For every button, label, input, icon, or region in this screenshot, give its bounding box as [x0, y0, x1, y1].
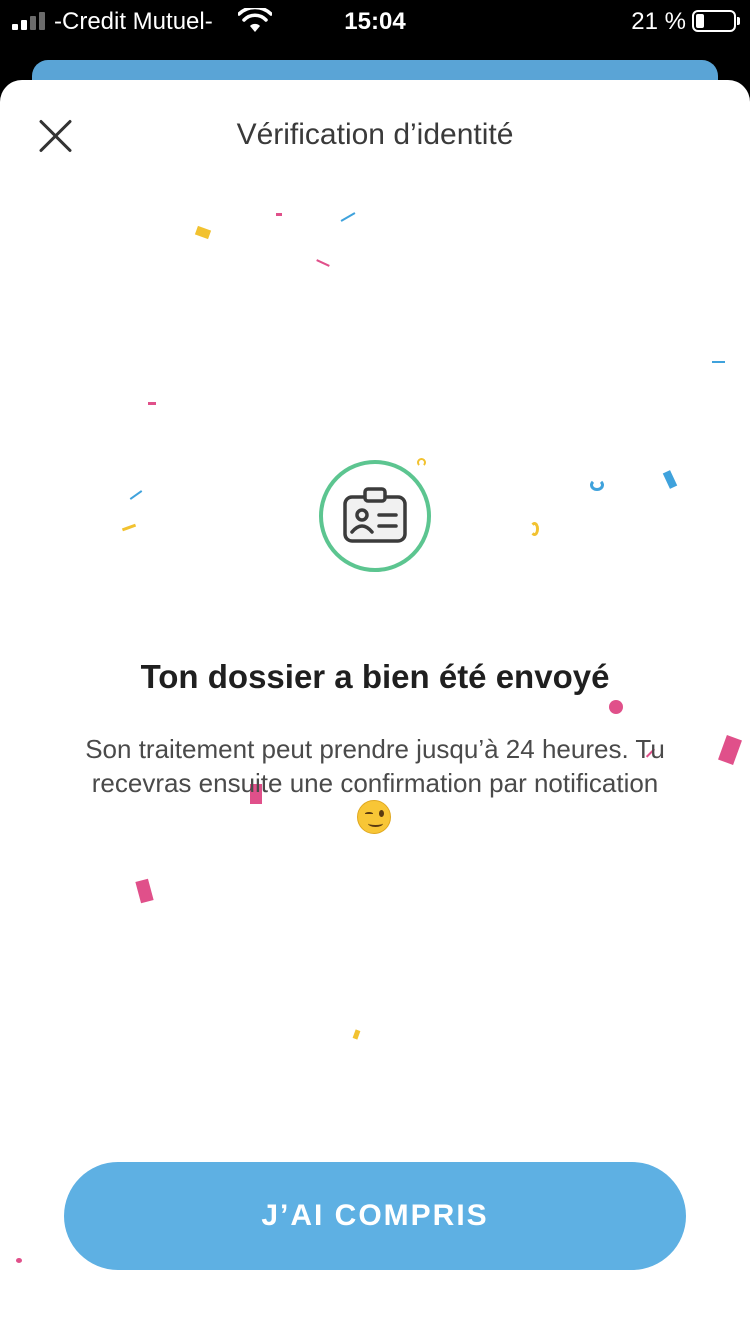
- id-card-badge: [319, 460, 431, 572]
- confetti-piece: [352, 1029, 361, 1040]
- confetti-piece: [662, 470, 678, 489]
- winking-face-icon: [357, 800, 391, 834]
- success-message: Son traitement peut prendre jusqu’à 24 h…: [85, 734, 665, 798]
- confetti-piece: [148, 402, 156, 405]
- confetti-piece: [417, 458, 426, 467]
- understood-button[interactable]: J’AI COMPRIS: [64, 1162, 686, 1270]
- id-card-icon: [343, 487, 407, 543]
- confetti-piece: [609, 700, 623, 714]
- confetti-piece: [16, 1258, 22, 1263]
- sheet-title: Vérification d’identité: [236, 118, 514, 151]
- confetti-piece: [712, 361, 725, 363]
- battery-percent: 21 %: [631, 8, 686, 35]
- confetti-piece: [276, 213, 282, 216]
- confetti-piece: [194, 225, 212, 240]
- battery-icon: [692, 10, 740, 32]
- status-bar: -Credit Mutuel- 15:04 21 %: [0, 0, 750, 44]
- confetti-piece: [121, 523, 137, 532]
- success-headline: Ton dossier a bien été envoyé: [140, 658, 610, 695]
- confetti-piece: [316, 259, 330, 267]
- confetti-piece: [718, 735, 742, 765]
- identity-verification-sheet: Vérification d’identité Ton dossier a bi…: [0, 80, 750, 1334]
- confetti-piece: [340, 212, 356, 222]
- confetti-piece: [530, 522, 539, 536]
- confetti-piece: [135, 878, 154, 904]
- confetti-piece: [129, 490, 143, 500]
- battery-level-fill: [696, 14, 704, 28]
- confetti-piece: [590, 479, 604, 491]
